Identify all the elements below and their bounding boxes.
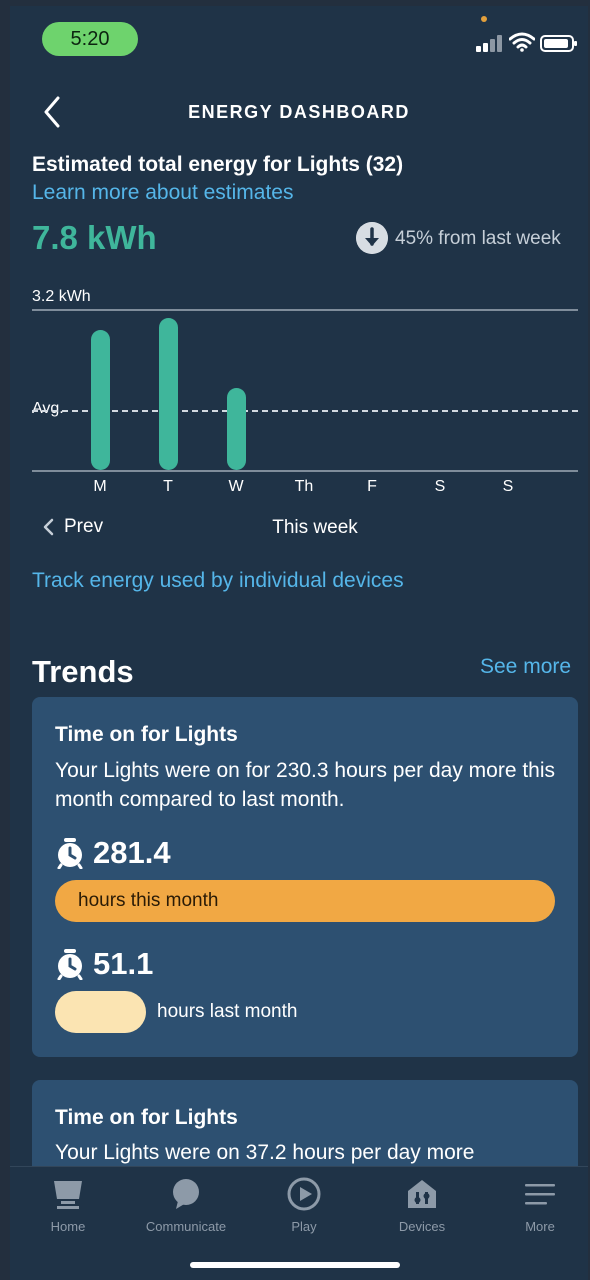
weekly-change-text: 45% from last week [395, 228, 561, 249]
app-screen: 5:20 ENERGY DASHBOARD Estimated total en… [10, 6, 588, 1280]
last-month-hours: 51.1 [93, 946, 154, 981]
trend-card-title: Time on for Lights [55, 1106, 238, 1129]
chart-average-label: Avg. [32, 400, 64, 417]
tab-home[interactable]: Home [13, 1177, 123, 1234]
chart-bar[interactable] [226, 387, 246, 470]
track-devices-link[interactable]: Track energy used by individual devices [32, 569, 404, 593]
tab-devices[interactable]: Devices [367, 1177, 477, 1234]
trends-heading: Trends [32, 654, 134, 689]
chart-day-label: S [502, 478, 514, 495]
home-icon [54, 1181, 82, 1209]
tab-home-label: Home [50, 1219, 86, 1234]
chart-day-label: Th [294, 478, 314, 495]
tab-more[interactable]: More [485, 1177, 588, 1234]
last-month-label: hours last month [157, 1001, 298, 1022]
page-title: ENERGY DASHBOARD [188, 102, 410, 122]
this-month-hours: 281.4 [93, 835, 171, 870]
trend-card[interactable]: Time on for Lights Your Lights were on f… [32, 697, 578, 1057]
chart-max-label: 3.2 kWh [32, 288, 91, 305]
chart-average-line [32, 410, 578, 412]
chart-top-gridline [32, 309, 578, 311]
chart-day-label: M [93, 478, 107, 495]
chart-bar[interactable] [158, 317, 178, 470]
tab-more-label: More [525, 1219, 555, 1234]
tab-devices-label: Devices [398, 1219, 446, 1234]
privacy-indicator-dot [481, 16, 487, 22]
chart-bar[interactable] [90, 330, 110, 470]
tab-play-label: Play [291, 1219, 317, 1234]
total-energy-value: 7.8 kWh [32, 219, 157, 256]
tab-communicate[interactable]: Communicate [131, 1177, 241, 1234]
learn-more-link[interactable]: Learn more about estimates [32, 181, 293, 205]
tab-play[interactable]: Play [249, 1177, 359, 1234]
last-month-bar [55, 991, 146, 1033]
signal-icon [476, 34, 506, 52]
home-indicator[interactable] [190, 1262, 400, 1268]
trend-card-title: Time on for Lights [55, 723, 238, 746]
battery-icon [540, 35, 577, 52]
trend-card-body: Your Lights were on 37.2 hours per day m… [55, 1141, 475, 1164]
chart-day-label: S [434, 478, 446, 495]
this-month-stat: 281.4 [55, 835, 171, 871]
arrow-down-icon [356, 222, 388, 254]
see-more-link[interactable]: See more [480, 655, 571, 679]
alarm-clock-icon [57, 949, 83, 980]
wifi-icon [509, 32, 535, 52]
chat-bubble-icon [173, 1179, 199, 1209]
chart-baseline [32, 470, 578, 472]
last-month-stat: 51.1 [55, 946, 153, 982]
period-label: This week [272, 517, 358, 538]
play-icon [287, 1177, 321, 1211]
estimate-title: Estimated total energy for Lights (32) [32, 153, 404, 176]
tab-communicate-label: Communicate [145, 1219, 227, 1234]
devices-house-icon [408, 1180, 436, 1208]
menu-icon [525, 1184, 555, 1205]
alarm-clock-icon [57, 838, 83, 869]
chart-day-label: F [367, 478, 377, 495]
chart-day-label: W [228, 478, 244, 495]
status-time: 5:20 [42, 22, 138, 56]
chart-day-label: T [163, 478, 173, 495]
trend-card-body: Your Lights were on for 230.3 hours per … [55, 759, 556, 811]
this-month-bar: hours this month [55, 880, 555, 922]
